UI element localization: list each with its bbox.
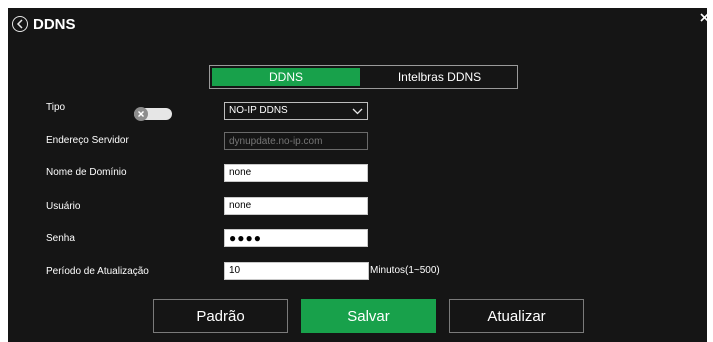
page-title: DDNS (33, 16, 76, 33)
user-input[interactable]: none (224, 197, 368, 215)
tipo-select-value: NO-IP DDNS (229, 105, 288, 116)
period-input[interactable]: 10 (224, 262, 369, 280)
period-unit: Minutos(1~500) (370, 265, 440, 276)
enable-toggle[interactable] (134, 107, 172, 121)
default-button[interactable]: Padrão (153, 299, 288, 333)
close-icon (138, 111, 144, 117)
tab-intelbras-ddns[interactable]: Intelbras DDNS (362, 66, 517, 88)
toggle-knob (134, 107, 148, 121)
chevron-down-icon (352, 108, 363, 114)
domain-input[interactable]: none (224, 164, 368, 182)
domain-label: Nome de Domínio (46, 167, 127, 178)
server-label: Endereço Servidor (46, 135, 129, 146)
tipo-select[interactable]: NO-IP DDNS (224, 102, 368, 120)
chevron-left-icon (16, 19, 23, 29)
server-input[interactable] (224, 132, 368, 150)
user-label: Usuário (46, 201, 81, 212)
tab-ddns[interactable]: DDNS (210, 66, 362, 88)
close-button[interactable] (697, 10, 711, 24)
password-input[interactable]: ●●●● (224, 229, 368, 247)
back-button[interactable] (12, 16, 28, 32)
ddns-tabs: DDNS Intelbras DDNS (209, 65, 518, 89)
password-label: Senha (46, 233, 75, 244)
close-icon (699, 12, 709, 22)
title-bar: DDNS (8, 8, 709, 40)
refresh-button[interactable]: Atualizar (449, 299, 584, 333)
ddns-dialog: DDNS DDNS Intelbras DDNS Tipo NO-IP DDNS… (8, 8, 709, 342)
tipo-label: Tipo (46, 102, 66, 113)
save-button[interactable]: Salvar (301, 299, 436, 333)
period-label: Período de Atualização (46, 266, 149, 277)
